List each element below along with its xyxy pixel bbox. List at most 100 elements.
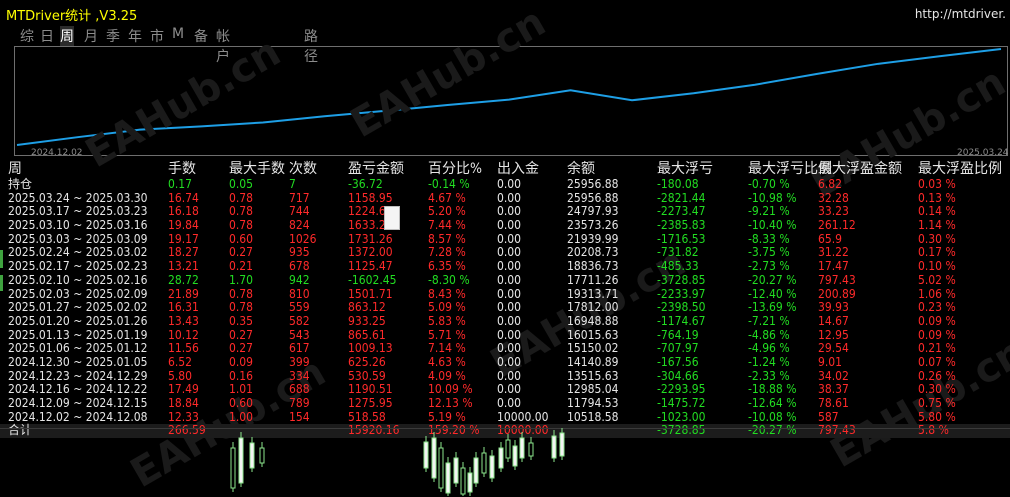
candle-body [453, 457, 459, 484]
cell-trades: 744 [289, 204, 310, 219]
cell-max-float-loss-pct: -20.27 % [748, 272, 797, 287]
cell-trades: 559 [289, 300, 310, 315]
tab-monthly[interactable]: 月 [84, 26, 98, 46]
tab-yearly[interactable]: 年 [128, 26, 142, 46]
cell-max-lots: 0.21 [229, 259, 254, 274]
cell-max-float-loss: -2273.47 [657, 204, 706, 219]
cell-lots: 12.33 [168, 409, 199, 424]
cell-max-float-loss: -2385.83 [657, 218, 706, 233]
cell-max-float-loss: -764.19 [657, 327, 699, 342]
cell-profit: 1158.95 [348, 190, 393, 205]
cell-max-lots: 0.27 [229, 245, 254, 260]
cell-trades: 154 [289, 409, 310, 424]
x-axis-start-label: 2024.12.02 [31, 148, 83, 157]
cell-max-float-profit: 33.23 [818, 204, 849, 219]
cell-lots: 13.43 [168, 313, 199, 328]
candle-body [551, 435, 557, 459]
cell-lots: 16.18 [168, 204, 199, 219]
cell-max-float-profit-pct: 0.10 % [918, 259, 956, 274]
cell-max-float-profit: 78.61 [818, 396, 849, 410]
cell-max-float-loss: -2821.44 [657, 190, 706, 205]
cell-max-float-loss-pct: -18.88 % [748, 382, 797, 397]
tab-weekly[interactable]: 周 [60, 26, 74, 46]
window-title: MTDriver统计 ,V3.25 [6, 9, 138, 24]
tab-overview[interactable]: 综 [20, 26, 34, 46]
cell-lots: 16.31 [168, 300, 199, 315]
cell-max-float-profit-pct: 0.30 % [918, 382, 956, 397]
cell-max-float-profit: 32.28 [818, 190, 849, 205]
cell-balance: 10518.58 [567, 409, 619, 424]
cell-max-float-profit-pct: 5.80 % [918, 409, 956, 424]
cell-max-float-loss: -304.66 [657, 368, 699, 383]
cell-max-float-loss-pct: -10.40 % [748, 218, 797, 233]
cell-balance: 18836.73 [567, 259, 619, 274]
mouse-cursor-box [384, 206, 400, 230]
candle-body [559, 432, 565, 457]
cell-lots: 28.72 [168, 272, 199, 287]
row-period-label: 2025.02.17 ~ 2025.02.23 [8, 259, 148, 274]
cell-max-float-loss-pct: -3.75 % [748, 245, 790, 260]
cell-max-float-loss-pct: -12.40 % [748, 286, 797, 301]
cell-percent: 4.63 % [428, 354, 466, 369]
header-balance: 余额 [567, 161, 595, 177]
cell-balance: 15150.02 [567, 341, 619, 356]
cell-max-lots: 0.78 [229, 286, 254, 301]
cell-balance: 16015.63 [567, 327, 619, 342]
cell-balance: 25956.88 [567, 190, 619, 205]
cell-lots: 6.52 [168, 354, 193, 369]
header-profit: 盈亏金额 [348, 161, 404, 177]
cell-lots: 21.89 [168, 286, 199, 301]
cell-percent: 4.67 % [428, 190, 466, 205]
cell-lots: 19.17 [168, 231, 199, 246]
cell-percent: 5.19 % [428, 409, 466, 424]
cell-profit: 1190.51 [348, 382, 393, 397]
cell-max-float-profit: 39.93 [818, 300, 849, 315]
cell-percent: 5.09 % [428, 300, 466, 315]
price-chart-strip [0, 428, 1010, 496]
cell-max-lots: 0.78 [229, 218, 254, 233]
cell-deposit: 0.00 [497, 190, 522, 205]
cell-percent: 7.14 % [428, 341, 466, 356]
price-bars-svg [230, 428, 565, 496]
table-row: 2025.02.24 ~ 2025.03.02 18.27 0.27 935 1372.… [0, 246, 1010, 260]
cell-balance: 14140.89 [567, 354, 619, 369]
cell-max-float-loss: -1174.67 [657, 313, 706, 328]
header-lots: 手数 [168, 161, 196, 177]
cell-max-float-profit-pct: 1.06 % [918, 286, 956, 301]
cell-max-float-loss-pct: -12.64 % [748, 396, 797, 410]
candle-body [473, 457, 479, 484]
cell-trades: 678 [289, 259, 310, 274]
table-row: 2024.12.09 ~ 2024.12.15 18.84 0.60 789 1275.… [0, 396, 1010, 411]
row-period-label: 2025.01.20 ~ 2025.01.26 [8, 313, 148, 328]
tab-market[interactable]: 市 [150, 26, 164, 46]
header-week: 周 [8, 161, 22, 177]
row-period-label: 2025.03.10 ~ 2025.03.16 [8, 218, 148, 233]
row-period-label: 2025.02.24 ~ 2025.03.02 [8, 245, 148, 260]
table-row: 2025.03.17 ~ 2025.03.23 16.18 0.78 744 1224.… [0, 205, 1010, 219]
row-period-label: 2025.03.17 ~ 2025.03.23 [8, 204, 148, 219]
tab-notes[interactable]: 备 [194, 26, 208, 46]
row-period-label: 2025.02.03 ~ 2025.02.09 [8, 286, 148, 301]
tab-quarterly[interactable]: 季 [106, 26, 120, 46]
cell-max-float-loss: -1475.72 [657, 396, 706, 410]
cell-lots: 18.84 [168, 396, 199, 410]
cell-deposit: 0.00 [497, 341, 522, 356]
website-link[interactable]: http://mtdriver. [915, 7, 1006, 21]
candle-body [445, 462, 451, 494]
tab-magic[interactable]: M [172, 26, 184, 42]
cell-max-float-loss-pct: -7.21 % [748, 313, 790, 328]
cell-max-float-profit-pct: 0.07 % [918, 354, 956, 369]
row-period-label: 持仓 [8, 177, 33, 191]
cell-max-float-profit: 31.22 [818, 245, 849, 260]
cell-profit: 1009.13 [348, 341, 393, 356]
table-row: 2024.12.30 ~ 2025.01.05 6.52 0.09 399 625.26… [0, 354, 1010, 370]
cell-balance: 13515.63 [567, 368, 619, 383]
cell-balance: 25956.88 [567, 177, 619, 191]
tab-daily[interactable]: 日 [40, 26, 54, 46]
cell-max-float-loss-pct: -10.08 % [748, 409, 797, 424]
cell-max-float-loss-pct: -13.69 % [748, 300, 797, 315]
cell-balance: 17812.00 [567, 300, 619, 315]
cell-max-float-profit: 29.54 [818, 341, 849, 356]
cell-max-lots: 0.16 [229, 368, 254, 383]
cell-max-float-loss: -2398.50 [657, 300, 706, 315]
